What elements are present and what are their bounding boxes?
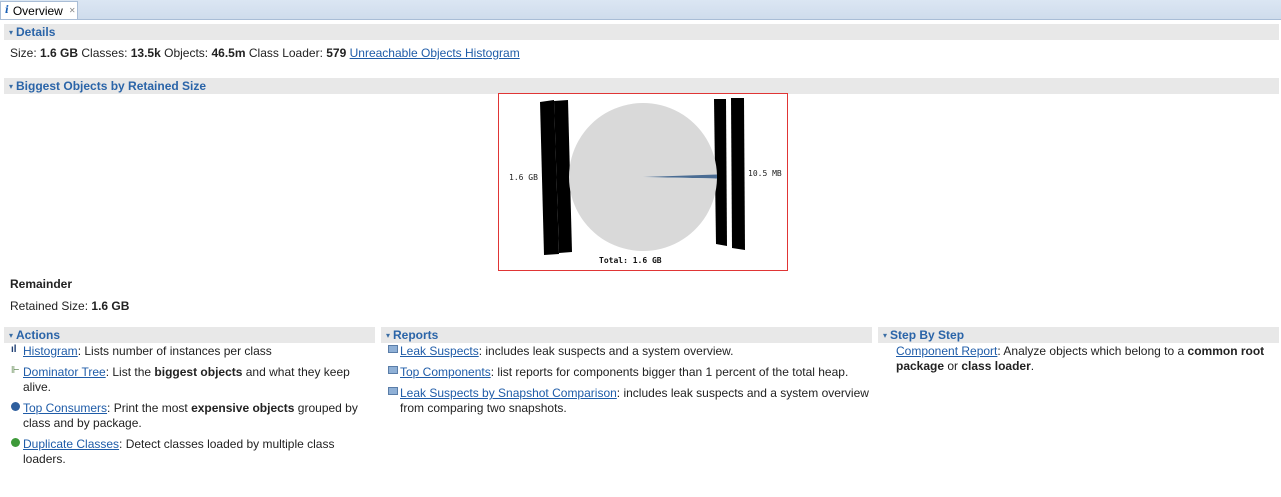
collapse-icon[interactable]: ▾ (9, 82, 13, 91)
action-item-histogram: ıl Histogram: Lists number of instances … (11, 344, 272, 358)
pie-chart-svg: 1.6 GB 10.5 MB Total: 1.6 GB (509, 98, 782, 265)
biggest-objects-section-header[interactable]: ▾ Biggest Objects by Retained Size (4, 78, 1279, 94)
remainder-title: Remainder (10, 277, 73, 291)
top-components-link[interactable]: Top Components (400, 365, 491, 379)
histogram-link[interactable]: Histogram (23, 344, 78, 358)
collapse-icon[interactable]: ▾ (9, 331, 13, 340)
report-item-snapshot-comparison: Leak Suspects by Snapshot Comparison: in… (387, 386, 872, 416)
collapse-icon[interactable]: ▾ (883, 331, 887, 340)
top-consumers-link[interactable]: Top Consumers (23, 401, 107, 415)
report-icon (388, 345, 398, 355)
action-item-duplicate-classes: Duplicate Classes: Detect classes loaded… (10, 437, 375, 467)
dominator-tree-icon: ⊩ (11, 365, 20, 376)
details-section-title: Details (16, 25, 56, 39)
top-consumers-icon (11, 402, 21, 412)
slice-label-right: 10.5 MB (748, 169, 782, 178)
stepbystep-section-header[interactable]: ▾ Step By Step (878, 327, 1279, 343)
collapse-icon[interactable]: ▾ (9, 28, 13, 37)
duplicate-classes-icon (11, 438, 21, 448)
editor-tab-bar: i Overview ✕ (0, 0, 1281, 20)
retained-size-value: 1.6 GB (91, 299, 130, 313)
report-item-leak-suspects: Leak Suspects: includes leak suspects an… (387, 344, 872, 359)
reports-list: Leak Suspects: includes leak suspects an… (387, 344, 872, 422)
actions-list: ıl Histogram: Lists number of instances … (10, 344, 375, 473)
report-icon (388, 366, 398, 376)
classloader-value: 579 (326, 46, 347, 60)
slice-label-left: 1.6 GB (509, 173, 538, 182)
action-item-top-consumers: Top Consumers: Print the most expensive … (10, 401, 375, 431)
size-value: 1.6 GB (40, 46, 79, 60)
unreachable-histogram-link[interactable]: Unreachable Objects Histogram (350, 46, 520, 60)
component-report-link[interactable]: Component Report (896, 344, 997, 358)
histogram-icon: ıl (11, 344, 17, 355)
snapshot-comparison-link[interactable]: Leak Suspects by Snapshot Comparison (400, 386, 617, 400)
component-report-item: Component Report: Analyze objects which … (896, 344, 1265, 373)
objects-value: 46.5m (211, 46, 246, 60)
biggest-objects-section-title: Biggest Objects by Retained Size (16, 79, 207, 93)
classes-value: 13.5k (130, 46, 161, 60)
pie-slices (569, 102, 717, 251)
tab-overview[interactable]: i Overview ✕ (0, 1, 78, 19)
stepbystep-content: Component Report: Analyze objects which … (896, 344, 1271, 374)
retained-size-line: Retained Size: 1.6 GB (10, 299, 130, 313)
stepbystep-section-title: Step By Step (890, 328, 965, 342)
retained-size-pie-chart[interactable]: 1.6 GB 10.5 MB Total: 1.6 GB (498, 93, 788, 271)
leak-suspects-link[interactable]: Leak Suspects (400, 344, 479, 358)
details-summary: Size: 1.6 GB Classes: 13.5k Objects: 46.… (10, 46, 520, 60)
report-item-top-components: Top Components: list reports for compone… (387, 365, 872, 380)
dominator-tree-link[interactable]: Dominator Tree (23, 365, 106, 379)
info-icon: i (5, 5, 9, 16)
collapse-icon[interactable]: ▾ (386, 331, 390, 340)
duplicate-classes-link[interactable]: Duplicate Classes (23, 437, 119, 451)
chart-total-label: Total: 1.6 GB (599, 256, 662, 265)
actions-section-title: Actions (16, 328, 61, 342)
details-section-header[interactable]: ▾ Details (4, 24, 1279, 40)
report-icon (388, 387, 398, 397)
reports-section-title: Reports (393, 328, 439, 342)
right-bar-artifact (731, 98, 745, 250)
actions-section-header[interactable]: ▾ Actions (4, 327, 375, 343)
reports-section-header[interactable]: ▾ Reports (381, 327, 872, 343)
tab-overview-label: Overview (12, 3, 63, 18)
close-icon[interactable]: ✕ (69, 6, 76, 15)
action-item-dominator-tree: ⊩ Dominator Tree: List the biggest objec… (11, 365, 350, 394)
